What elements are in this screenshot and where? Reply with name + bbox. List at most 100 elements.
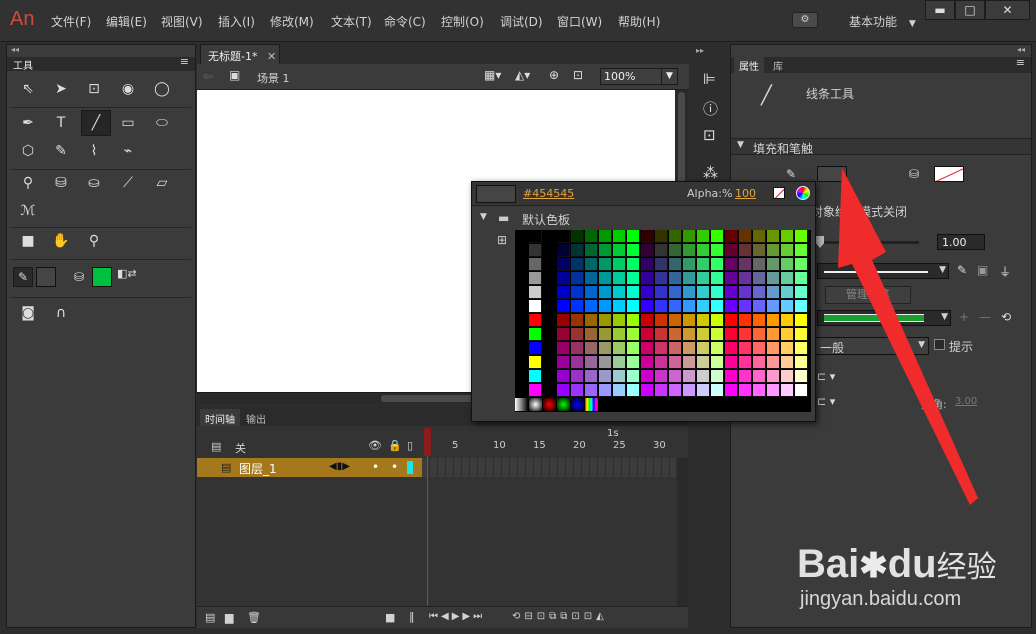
color-swatch[interactable]	[655, 314, 668, 327]
workspace-switcher[interactable]: 基本功能 ▼	[849, 13, 916, 30]
color-swatch[interactable]	[739, 244, 752, 257]
color-swatch[interactable]	[557, 272, 570, 285]
color-swatch[interactable]	[795, 230, 808, 243]
color-swatch[interactable]	[599, 286, 612, 299]
brush-icon[interactable]: ⌇	[83, 141, 105, 161]
color-swatch[interactable]	[767, 244, 780, 257]
color-swatch[interactable]	[669, 244, 682, 257]
color-swatch[interactable]	[585, 300, 598, 313]
color-swatch[interactable]	[767, 328, 780, 341]
info-icon[interactable]: ⓘ	[703, 98, 718, 119]
stroke-color-icon[interactable]: ✎	[13, 267, 33, 287]
color-swatch[interactable]	[697, 370, 710, 383]
color-swatch[interactable]	[781, 356, 794, 369]
color-swatch[interactable]	[781, 370, 794, 383]
color-swatch[interactable]	[767, 370, 780, 383]
lock-dot-icon[interactable]: •	[391, 460, 398, 474]
color-swatch[interactable]	[585, 342, 598, 355]
color-swatch[interactable]	[571, 384, 584, 397]
color-swatch[interactable]	[711, 370, 724, 383]
color-swatch[interactable]	[795, 328, 808, 341]
color-swatch[interactable]	[557, 314, 570, 327]
onion-skin-icon[interactable]: ⟲⊟⊡⧉⧉⊡⊡◭	[512, 611, 608, 622]
color-swatch[interactable]	[585, 370, 598, 383]
snap-magnet-icon[interactable]: ∩	[50, 303, 72, 323]
polystar-icon[interactable]: ⬡	[17, 141, 39, 161]
color-swatch[interactable]	[585, 314, 598, 327]
color-swatch[interactable]	[795, 258, 808, 271]
color-swatch[interactable]	[697, 272, 710, 285]
color-swatch[interactable]	[781, 328, 794, 341]
color-swatch[interactable]	[711, 258, 724, 271]
color-swatch[interactable]	[571, 286, 584, 299]
width-profile-select[interactable]: ▼	[817, 310, 951, 326]
swap-colors-icon[interactable]: ◧⇄	[117, 267, 137, 280]
color-wheel-icon[interactable]	[796, 186, 810, 200]
color-swatch[interactable]	[599, 370, 612, 383]
color-swatch[interactable]	[599, 328, 612, 341]
scale-select[interactable]: 一般 ▼	[815, 337, 929, 355]
alpha-value[interactable]: 100	[735, 187, 756, 200]
color-swatch[interactable]	[655, 272, 668, 285]
fill-color-swatch[interactable]	[92, 267, 112, 287]
color-swatch[interactable]	[557, 384, 570, 397]
gradient-swatch[interactable]	[557, 398, 570, 411]
color-swatch[interactable]	[557, 370, 570, 383]
stroke-style-select[interactable]: ▼	[817, 263, 949, 279]
color-swatch[interactable]	[697, 328, 710, 341]
timeline-scrollbar[interactable]	[677, 458, 688, 608]
color-swatch[interactable]	[739, 370, 752, 383]
color-swatch[interactable]	[599, 244, 612, 257]
color-swatch[interactable]	[739, 258, 752, 271]
color-swatch[interactable]	[711, 342, 724, 355]
selection-icon[interactable]: ⇖	[17, 79, 39, 99]
color-swatch[interactable]	[753, 314, 766, 327]
color-swatch[interactable]	[781, 230, 794, 243]
color-swatch[interactable]	[655, 328, 668, 341]
color-swatch[interactable]	[669, 342, 682, 355]
brush-library-icon[interactable]: ▣	[977, 263, 988, 277]
color-swatch[interactable]	[557, 342, 570, 355]
collapse-icon[interactable]: ◂◂	[1017, 45, 1025, 54]
color-swatch[interactable]	[627, 370, 640, 383]
visible-dot-icon[interactable]: •	[372, 460, 379, 474]
color-swatch[interactable]	[571, 300, 584, 313]
sync-icon[interactable]: ⚙	[792, 12, 818, 28]
color-swatch[interactable]	[529, 230, 542, 243]
color-swatch[interactable]	[641, 342, 654, 355]
document-tab[interactable]: 无标题-1* ✕	[200, 44, 280, 64]
color-swatch[interactable]	[683, 272, 696, 285]
manage-brushes-button[interactable]: 管理画笔	[825, 286, 911, 304]
color-swatch[interactable]	[557, 230, 570, 243]
color-swatch[interactable]	[795, 384, 808, 397]
color-swatch[interactable]	[725, 258, 738, 271]
hand-icon[interactable]: ✋	[50, 231, 72, 251]
color-swatch[interactable]	[711, 244, 724, 257]
color-swatch[interactable]	[683, 258, 696, 271]
color-swatch[interactable]	[599, 230, 612, 243]
color-swatch[interactable]	[585, 272, 598, 285]
hex-value[interactable]: #454545	[523, 187, 574, 200]
hint-checkbox[interactable]	[934, 339, 945, 350]
new-layer-icon[interactable]: ▤	[205, 611, 215, 624]
color-swatch[interactable]	[557, 356, 570, 369]
menu-item[interactable]: 插入(I)	[218, 13, 255, 30]
color-swatch[interactable]	[697, 314, 710, 327]
color-swatch[interactable]	[683, 370, 696, 383]
color-swatch[interactable]	[529, 272, 542, 285]
scroll-thumb[interactable]	[678, 92, 685, 192]
color-swatch[interactable]	[529, 370, 542, 383]
color-swatch[interactable]	[725, 370, 738, 383]
color-swatch[interactable]	[753, 244, 766, 257]
menu-item[interactable]: 调试(D)	[500, 13, 543, 30]
color-swatch[interactable]	[683, 356, 696, 369]
grid-view-icon[interactable]: ⊞	[497, 233, 507, 247]
color-swatch[interactable]	[655, 342, 668, 355]
outline-icon[interactable]: ▯	[407, 439, 413, 452]
gradient-swatch[interactable]	[543, 398, 556, 411]
color-swatch[interactable]	[753, 300, 766, 313]
color-swatch[interactable]	[753, 356, 766, 369]
color-swatch[interactable]	[627, 286, 640, 299]
tab-properties[interactable]: 属性	[734, 57, 764, 73]
color-swatch[interactable]	[781, 258, 794, 271]
